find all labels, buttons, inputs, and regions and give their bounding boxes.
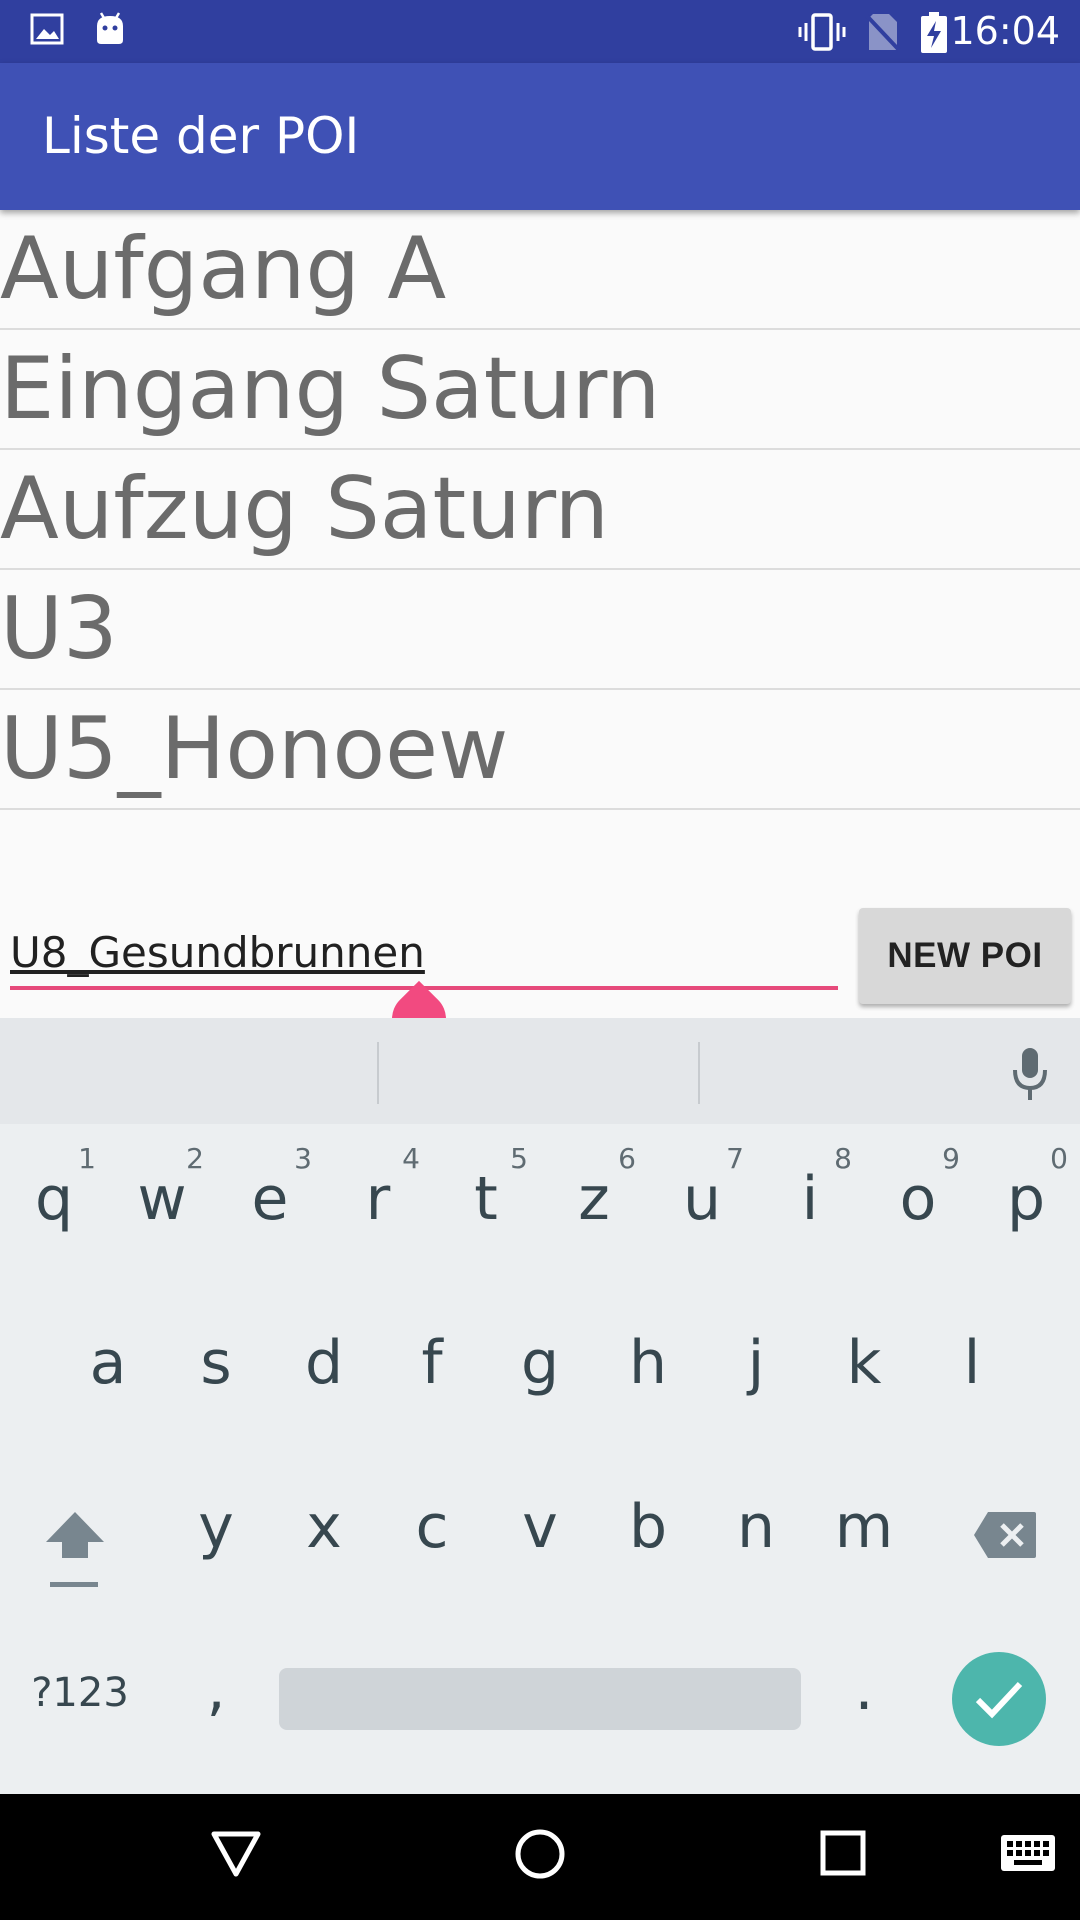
list-item[interactable]: Eingang Saturn: [0, 330, 1080, 450]
keyboard-switch-icon[interactable]: [1000, 1834, 1056, 1872]
key-i[interactable]: i: [760, 1164, 860, 1234]
vibrate-icon: [798, 13, 846, 51]
key-b[interactable]: b: [598, 1492, 698, 1562]
key-j[interactable]: j: [706, 1328, 806, 1398]
key-period[interactable]: .: [814, 1654, 914, 1724]
suggestion-divider: [377, 1042, 379, 1104]
key-e[interactable]: e: [220, 1164, 320, 1234]
no-sim-icon: [865, 14, 901, 52]
key-y[interactable]: y: [166, 1492, 266, 1562]
key-z[interactable]: z: [544, 1164, 644, 1234]
suggestion-divider: [698, 1042, 700, 1104]
key-c[interactable]: c: [382, 1492, 482, 1562]
key-l[interactable]: l: [922, 1328, 1022, 1398]
symbols-key[interactable]: ?123: [20, 1670, 140, 1716]
list-item[interactable]: U5_Honoew: [0, 690, 1080, 810]
key-w[interactable]: w: [112, 1164, 212, 1234]
enter-check-icon: [975, 1681, 1023, 1719]
space-key[interactable]: [279, 1668, 801, 1730]
key-s[interactable]: s: [166, 1328, 266, 1398]
poi-name-input[interactable]: [10, 920, 838, 984]
gallery-icon: [30, 13, 64, 45]
list-item[interactable]: Aufzug Saturn: [0, 450, 1080, 570]
app-bar: Liste der POI: [0, 63, 1080, 210]
home-icon[interactable]: [514, 1828, 566, 1880]
key-h[interactable]: h: [598, 1328, 698, 1398]
new-poi-button[interactable]: NEW POI: [859, 908, 1071, 1004]
list-item[interactable]: U3: [0, 570, 1080, 690]
status-time: 16:04: [950, 9, 1060, 53]
poi-list: Aufgang A Eingang Saturn Aufzug Saturn U…: [0, 210, 1080, 810]
status-bar: 16:04: [0, 0, 1080, 63]
key-m[interactable]: m: [814, 1492, 914, 1562]
key-f[interactable]: f: [382, 1328, 482, 1398]
shift-icon[interactable]: [40, 1506, 110, 1592]
key-d[interactable]: d: [274, 1328, 374, 1398]
key-p[interactable]: p: [976, 1164, 1076, 1234]
key-r[interactable]: r: [328, 1164, 428, 1234]
mic-icon[interactable]: [1010, 1046, 1050, 1102]
key-v[interactable]: v: [490, 1492, 590, 1562]
soft-keyboard: 1 2 3 4 5 6 7 8 9 0 q w e r t z u i o p …: [0, 1018, 1080, 1794]
suggestion-strip: [0, 1018, 1080, 1124]
back-icon[interactable]: [210, 1830, 262, 1878]
page-title: Liste der POI: [42, 107, 360, 165]
key-u[interactable]: u: [652, 1164, 752, 1234]
battery-charging-icon: [921, 12, 947, 53]
key-x[interactable]: x: [274, 1492, 374, 1562]
key-k[interactable]: k: [814, 1328, 914, 1398]
backspace-icon[interactable]: [972, 1510, 1038, 1560]
key-q[interactable]: q: [4, 1164, 104, 1234]
recents-icon[interactable]: [820, 1830, 866, 1876]
enter-key[interactable]: [952, 1652, 1046, 1746]
key-t[interactable]: t: [436, 1164, 536, 1234]
navigation-bar: [0, 1794, 1080, 1920]
key-o[interactable]: o: [868, 1164, 968, 1234]
list-item[interactable]: Aufgang A: [0, 210, 1080, 330]
key-g[interactable]: g: [490, 1328, 590, 1398]
key-n[interactable]: n: [706, 1492, 806, 1562]
key-a[interactable]: a: [58, 1328, 158, 1398]
android-icon: [97, 12, 123, 44]
key-comma[interactable]: ,: [166, 1654, 266, 1724]
